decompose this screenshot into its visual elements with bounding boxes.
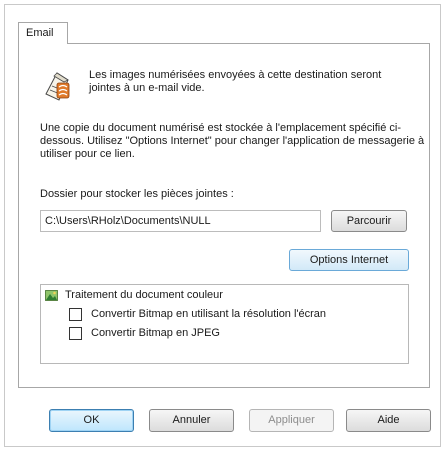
- apply-button[interactable]: Appliquer: [249, 409, 334, 432]
- convert-bitmap-resolution-checkbox[interactable]: [69, 308, 82, 321]
- help-button[interactable]: Aide: [346, 409, 431, 432]
- convert-bitmap-jpeg-checkbox[interactable]: [69, 327, 82, 340]
- internet-options-button[interactable]: Options Internet: [289, 249, 409, 271]
- tab-email[interactable]: Email: [18, 22, 68, 44]
- description-text: Une copie du document numérisé est stock…: [40, 122, 425, 160]
- folder-label: Dossier pour stocker les pièces jointes …: [40, 188, 234, 200]
- cancel-button[interactable]: Annuler: [149, 409, 234, 432]
- browse-button[interactable]: Parcourir: [331, 210, 407, 232]
- email-destination-icon: [45, 72, 70, 101]
- color-processing-group: Traitement du document couleur Convertir…: [40, 284, 409, 364]
- email-properties-dialog: Email Les images numérisées envoyées à c…: [4, 4, 441, 447]
- convert-bitmap-resolution-label: Convertir Bitmap en utilisant la résolut…: [91, 308, 327, 320]
- folder-path-input[interactable]: [40, 210, 321, 232]
- convert-bitmap-jpeg-label: Convertir Bitmap en JPEG: [91, 327, 220, 339]
- color-processing-title: Traitement du document couleur: [65, 289, 223, 301]
- ok-button[interactable]: OK: [49, 409, 134, 432]
- intro-text: Les images numérisées envoyées à cette d…: [89, 69, 382, 94]
- tab-panel-email: Les images numérisées envoyées à cette d…: [18, 43, 430, 388]
- color-document-icon: [45, 290, 58, 301]
